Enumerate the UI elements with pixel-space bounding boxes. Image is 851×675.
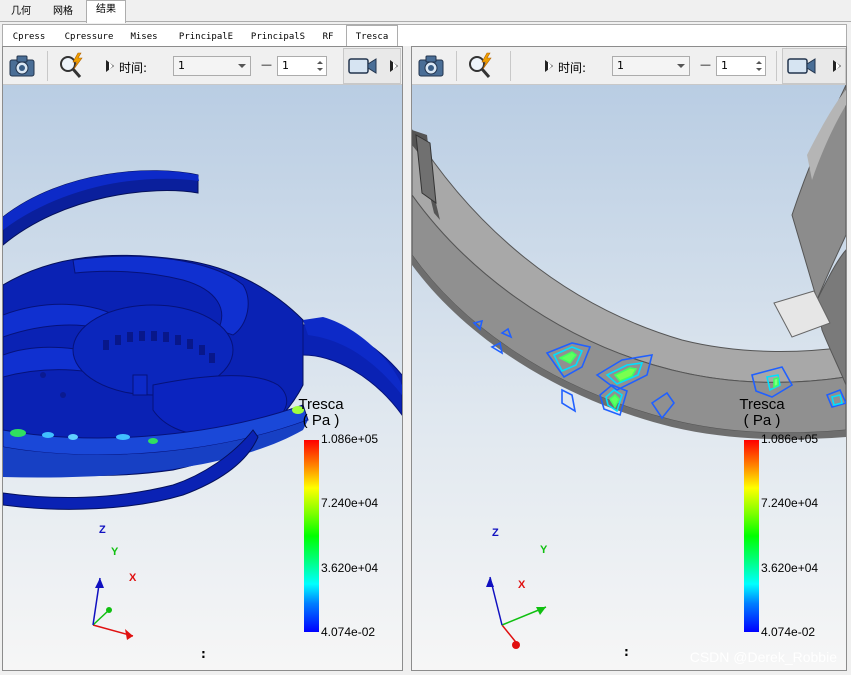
right-3d-viewport[interactable]: X Y Z Tresca( Pa ) 1.086e+05 7.240e+04 3… — [412, 85, 846, 670]
animate-button[interactable] — [782, 48, 846, 84]
status-colon: : — [624, 645, 629, 659]
magnifier-lightning-icon[interactable] — [57, 51, 87, 81]
module-tab-bar: 几何 网格 结果 — [0, 0, 851, 23]
axis-z-label: Z — [99, 524, 106, 536]
tab-results[interactable]: 结果 — [86, 0, 126, 23]
app-window: 几何 网格 结果 Cpress Cpressure Mises Principa… — [0, 0, 851, 675]
right-model-render — [412, 85, 846, 649]
left-toolbar: 时间: 1 — 1 — [3, 47, 402, 85]
time-label: 时间: — [119, 61, 148, 75]
magnifier-lightning-icon[interactable] — [466, 51, 496, 81]
tab-rf[interactable]: RF — [317, 28, 339, 46]
right-result-panel: 时间: 1 — 1 X Y Z Tresca (Pa) 1.086e+05 … — [411, 46, 847, 671]
time-select[interactable]: 1 — [612, 56, 690, 76]
tab-cpressure[interactable]: Cpressure — [59, 28, 119, 46]
right-toolbar: 时间: 1 — 1 — [412, 47, 846, 85]
left-3d-viewport[interactable]: X Y Z Tresca( Pa ) 1.086e+05 7.240e+04 3… — [3, 85, 402, 670]
tab-mises[interactable]: Mises — [127, 28, 161, 46]
legend-value-1: 3.620e+04 — [761, 561, 819, 575]
tab-mesh[interactable]: 网格 — [44, 2, 82, 22]
camera-icon[interactable] — [7, 51, 37, 81]
watermark-text: CSDN @Derek_Robbie — [689, 649, 837, 665]
range-dash: — — [700, 58, 711, 71]
step-spinbox[interactable]: 1 — [716, 56, 766, 76]
legend-colorbar — [304, 440, 319, 632]
legend-title: Tresca( Pa ) — [739, 396, 785, 429]
tab-principale[interactable]: PrincipalE — [175, 28, 237, 46]
time-label: 时间: — [558, 61, 587, 75]
legend-min: 4.074e-02 — [761, 625, 816, 639]
axis-triad — [92, 577, 134, 640]
range-dash: — — [261, 58, 272, 71]
camera-icon[interactable] — [416, 51, 446, 81]
legend-value-2: 7.240e+04 — [321, 496, 379, 510]
spin-up-icon[interactable] — [317, 61, 323, 64]
left-model-render — [3, 170, 402, 640]
legend-colorbar — [744, 440, 759, 632]
step-spinbox[interactable]: 1 — [277, 56, 327, 76]
axis-z-label: Z — [492, 527, 499, 539]
legend-value-1: 3.620e+04 — [321, 561, 379, 575]
status-colon: : — [201, 647, 206, 661]
spin-down-icon[interactable] — [317, 68, 323, 71]
legend-min: 4.074e-02 — [321, 625, 376, 639]
legend-max: 1.086e+05 — [321, 432, 379, 446]
toolbar-overflow-icon[interactable] — [542, 51, 556, 81]
legend-value-2: 7.240e+04 — [761, 496, 819, 510]
toolbar-overflow-icon[interactable] — [103, 51, 117, 81]
chevron-down-icon — [238, 64, 246, 68]
time-select[interactable]: 1 — [173, 56, 251, 76]
result-tab-bar: Cpress Cpressure Mises PrincipalE Princi… — [2, 24, 847, 47]
chevron-down-icon — [677, 64, 685, 68]
axis-y-label: Y — [540, 544, 548, 556]
spin-up-icon[interactable] — [756, 61, 762, 64]
axis-x-label: X — [129, 572, 137, 584]
tab-principals[interactable]: PrincipalS — [247, 28, 309, 46]
tab-tresca[interactable]: Tresca — [346, 25, 398, 47]
left-result-panel: 时间: 1 — 1 X Y Z Tresca (Pa) 1.086e+05 … — [2, 46, 403, 671]
spin-down-icon[interactable] — [756, 68, 762, 71]
legend-max: 1.086e+05 — [761, 432, 819, 446]
legend-title: Tresca( Pa ) — [298, 396, 344, 429]
axis-x-label: X — [518, 579, 526, 591]
tab-cpress[interactable]: Cpress — [7, 28, 51, 46]
animate-button[interactable] — [343, 48, 401, 84]
tab-geometry[interactable]: 几何 — [2, 2, 40, 22]
panel-splitter[interactable] — [404, 46, 411, 671]
axis-y-label: Y — [111, 546, 119, 558]
